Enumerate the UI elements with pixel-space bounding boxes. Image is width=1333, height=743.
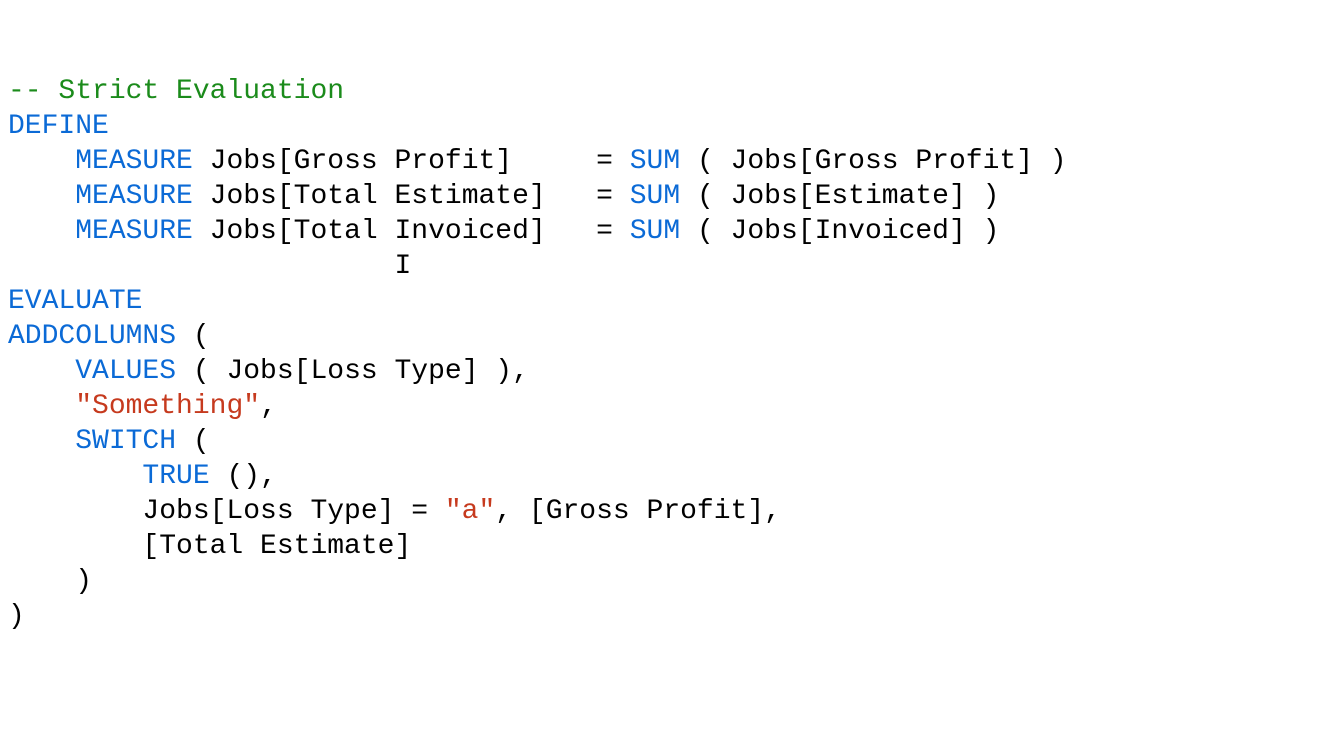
sum-keyword: SUM xyxy=(630,146,680,177)
values-line: VALUES ( Jobs[Loss Type] ), xyxy=(8,356,529,387)
define-keyword: DEFINE xyxy=(8,111,109,142)
cursor-indent xyxy=(8,251,394,282)
something-line: "Something", xyxy=(8,391,277,422)
comment-line: -- Strict Evaluation xyxy=(8,76,344,107)
measure-keyword: MEASURE xyxy=(75,181,193,212)
addcolumns-open: ( xyxy=(176,321,210,352)
indent xyxy=(8,461,142,492)
indent xyxy=(8,146,75,177)
indent xyxy=(8,531,142,562)
addcolumns-line: ADDCOLUMNS ( xyxy=(8,321,210,352)
measure-line-2: MEASURE Jobs[Total Estimate] = SUM ( Job… xyxy=(8,181,999,212)
something-string: "Something" xyxy=(75,391,260,422)
measure-text: Jobs[Total Estimate] = xyxy=(193,181,630,212)
measure-arg: ( Jobs[Invoiced] ) xyxy=(680,216,999,247)
measure-arg: ( Jobs[Gross Profit] ) xyxy=(680,146,1066,177)
switch-close: ) xyxy=(75,566,92,597)
indent xyxy=(8,391,75,422)
indent xyxy=(8,216,75,247)
true-trail: (), xyxy=(210,461,277,492)
case-right: , [Gross Profit], xyxy=(495,496,781,527)
sum-keyword: SUM xyxy=(630,216,680,247)
measure-keyword: MEASURE xyxy=(75,216,193,247)
cursor-line: I xyxy=(8,251,411,282)
indent xyxy=(8,496,142,527)
sum-keyword: SUM xyxy=(630,181,680,212)
true-line: TRUE (), xyxy=(8,461,277,492)
else-line: [Total Estimate] xyxy=(8,531,411,562)
measure-text: Jobs[Total Invoiced] = xyxy=(193,216,630,247)
addcolumns-close: ) xyxy=(8,601,25,632)
text-cursor-icon: I xyxy=(394,251,411,282)
comment-text: Strict Evaluation xyxy=(58,76,344,107)
measure-text: Jobs[Gross Profit] = xyxy=(193,146,630,177)
comment-prefix: -- xyxy=(8,76,58,107)
indent xyxy=(8,426,75,457)
switch-close-line: ) xyxy=(8,566,92,597)
code-block: -- Strict Evaluation DEFINE MEASURE Jobs… xyxy=(8,74,1325,634)
case-left: Jobs[Loss Type] = xyxy=(142,496,444,527)
case-line-1: Jobs[Loss Type] = "a", [Gross Profit], xyxy=(8,496,781,527)
indent xyxy=(8,181,75,212)
indent xyxy=(8,356,75,387)
evaluate-keyword: EVALUATE xyxy=(8,286,142,317)
addcolumns-keyword: ADDCOLUMNS xyxy=(8,321,176,352)
values-keyword: VALUES xyxy=(75,356,176,387)
measure-line-1: MEASURE Jobs[Gross Profit] = SUM ( Jobs[… xyxy=(8,146,1067,177)
switch-line: SWITCH ( xyxy=(8,426,210,457)
values-arg: ( Jobs[Loss Type] ), xyxy=(176,356,529,387)
indent xyxy=(8,566,75,597)
measure-keyword: MEASURE xyxy=(75,146,193,177)
true-keyword: TRUE xyxy=(142,461,209,492)
case-string: "a" xyxy=(445,496,495,527)
something-trail: , xyxy=(260,391,277,422)
measure-line-3: MEASURE Jobs[Total Invoiced] = SUM ( Job… xyxy=(8,216,999,247)
switch-keyword: SWITCH xyxy=(75,426,176,457)
else-ref: [Total Estimate] xyxy=(142,531,411,562)
switch-open: ( xyxy=(176,426,210,457)
measure-arg: ( Jobs[Estimate] ) xyxy=(680,181,999,212)
